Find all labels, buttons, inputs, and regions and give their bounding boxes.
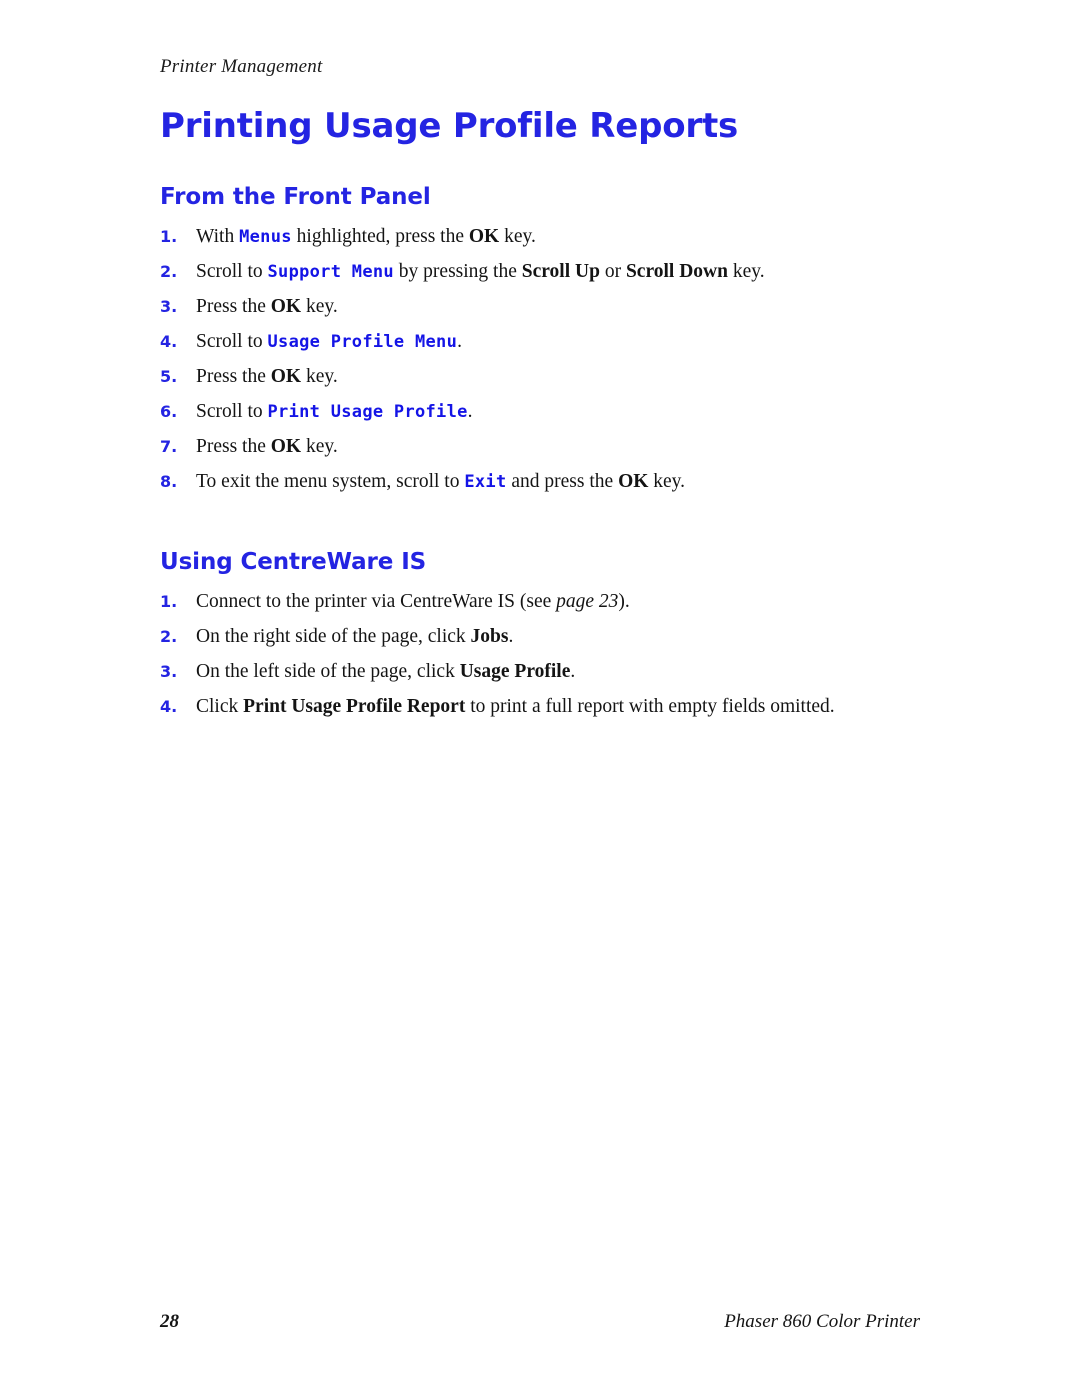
text-run: . — [457, 331, 463, 352]
text-run: On the right side of the page, click — [196, 626, 471, 647]
text-run: key. — [301, 366, 338, 387]
text-run: . — [570, 661, 576, 682]
text-run: highlighted, press the — [291, 226, 469, 247]
steps-list-centreware-is: 1. Connect to the printer via CentreWare … — [160, 589, 920, 720]
ui-literal-text: Exit — [464, 472, 507, 492]
text-run: Press the — [196, 296, 271, 317]
text-run: Scroll to — [196, 331, 268, 352]
step-text: With Menus highlighted, press the OK key… — [196, 226, 536, 247]
text-run: and press the — [506, 471, 619, 492]
ui-control-name: OK — [618, 471, 649, 492]
text-run: . — [467, 401, 473, 422]
running-header: Printer Management — [160, 56, 323, 77]
ui-control-name: Print Usage Profile Report — [243, 696, 466, 717]
step-number: 2. — [160, 627, 178, 646]
ui-literal-text: Support Menu — [267, 262, 394, 282]
step-item: 6. Scroll to Print Usage Profile. — [160, 399, 920, 425]
step-number: 4. — [160, 697, 178, 716]
step-item: 5. Press the OK key. — [160, 364, 920, 390]
text-run: Scroll to — [196, 261, 268, 282]
step-item: 2. On the right side of the page, click J… — [160, 624, 920, 650]
text-run: Connect to the printer via CentreWare IS… — [196, 591, 557, 612]
text-run: or — [599, 261, 626, 282]
step-item: 4. Click Print Usage Profile Report to pr… — [160, 694, 920, 720]
step-number: 4. — [160, 332, 178, 351]
step-text: Scroll to Support Menu by pressing the S… — [196, 261, 765, 282]
step-number: 7. — [160, 437, 178, 456]
step-number: 1. — [160, 592, 178, 611]
step-text: Scroll to Print Usage Profile. — [196, 401, 473, 422]
ui-control-name: OK — [270, 366, 302, 387]
step-number: 3. — [160, 662, 178, 681]
text-run: Press the — [196, 366, 271, 387]
ui-control-name: Usage Profile — [459, 661, 571, 682]
page-footer: 28 Phaser 860 Color Printer — [160, 1311, 920, 1337]
text-run: On the left side of the page, click — [196, 661, 460, 682]
step-text: Press the OK key. — [196, 366, 338, 387]
step-item: 8. To exit the menu system, scroll to Exi… — [160, 469, 920, 495]
step-number: 8. — [160, 472, 178, 491]
text-run: With — [196, 226, 240, 247]
steps-list-front-panel: 1. With Menus highlighted, press the OK k… — [160, 224, 920, 495]
ui-literal-text: Usage Profile Menu — [267, 332, 458, 352]
section-heading: Using CentreWare IS — [160, 549, 427, 575]
section-front-panel: From the Front Panel 1. With Menus highli… — [160, 182, 920, 495]
step-text: Click Print Usage Profile Report to prin… — [196, 696, 835, 717]
step-text: Press the OK key. — [196, 296, 338, 317]
step-number: 3. — [160, 297, 178, 316]
step-item: 7. Press the OK key. — [160, 434, 920, 460]
step-item: 2. Scroll to Support Menu by pressing the… — [160, 259, 920, 285]
step-text: On the left side of the page, click Usag… — [196, 661, 575, 682]
text-run: to print a full report with empty fields… — [465, 696, 835, 717]
section-heading: From the Front Panel — [160, 184, 431, 210]
footer-product-name: Phaser 860 Color Printer — [724, 1311, 920, 1332]
page-title: Printing Usage Profile Reports — [160, 106, 739, 146]
text-run: Scroll to — [196, 401, 268, 422]
ui-literal-text: Print Usage Profile — [267, 402, 468, 422]
step-text: To exit the menu system, scroll to Exit … — [196, 471, 685, 492]
section-centreware-is: Using CentreWare IS 1. Connect to the pri… — [160, 547, 920, 720]
step-item: 1. Connect to the printer via CentreWare … — [160, 589, 920, 615]
step-item: 1. With Menus highlighted, press the OK k… — [160, 224, 920, 250]
step-number: 5. — [160, 367, 178, 386]
ui-control-name: OK — [468, 226, 500, 247]
ui-control-name: Scroll Up — [521, 261, 600, 282]
text-run: by pressing the — [393, 261, 522, 282]
step-text: Scroll to Usage Profile Menu. — [196, 331, 462, 352]
step-item: 4. Scroll to Usage Profile Menu. — [160, 329, 920, 355]
text-run: Press the — [196, 436, 271, 457]
ui-control-name: Scroll Down — [625, 261, 728, 282]
step-text: On the right side of the page, click Job… — [196, 626, 513, 647]
text-run: key. — [301, 436, 338, 457]
text-run: . — [508, 626, 514, 647]
ui-control-name: OK — [270, 296, 302, 317]
document-page: Printer Management Printing Usage Profil… — [0, 0, 1080, 1397]
text-run: ). — [618, 591, 630, 612]
text-run: To exit the menu system, scroll to — [196, 471, 465, 492]
cross-reference: page 23 — [556, 591, 619, 612]
step-item: 3. On the left side of the page, click Us… — [160, 659, 920, 685]
text-run: key. — [301, 296, 338, 317]
step-text: Press the OK key. — [196, 436, 338, 457]
ui-control-name: OK — [270, 436, 302, 457]
step-number: 2. — [160, 262, 178, 281]
step-text: Connect to the printer via CentreWare IS… — [196, 591, 630, 612]
text-run: Click — [196, 696, 244, 717]
footer-page-number: 28 — [160, 1311, 179, 1332]
page-content: Printing Usage Profile Reports From the … — [160, 104, 920, 720]
step-item: 3. Press the OK key. — [160, 294, 920, 320]
text-run: key. — [648, 471, 686, 492]
text-run: key. — [727, 261, 765, 282]
step-number: 6. — [160, 402, 178, 421]
ui-control-name: Jobs — [470, 626, 509, 647]
text-run: key. — [499, 226, 536, 247]
step-number: 1. — [160, 227, 178, 246]
ui-literal-text: Menus — [239, 227, 292, 247]
